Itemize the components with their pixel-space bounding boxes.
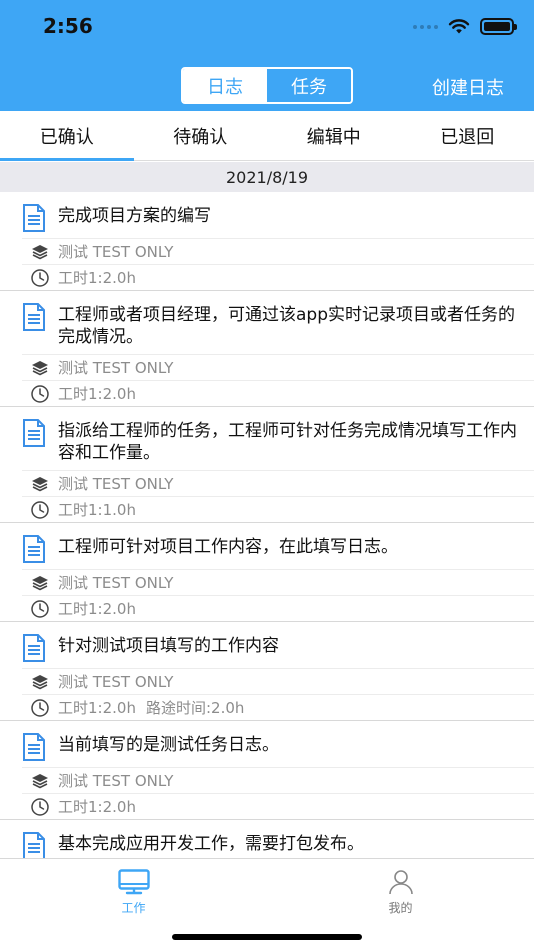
log-entry-title-row: 工程师或者项目经理，可通过该app实时记录项目或者任务的完成情况。 — [0, 291, 534, 348]
log-entry[interactable]: 基本完成应用开发工作，需要打包发布。 — [0, 820, 534, 858]
tab-confirmed[interactable]: 已确认 — [0, 111, 134, 161]
log-list: 完成项目方案的编写 测试 TEST ONLY 工时1:2.0h 工程师或者项目经理，可… — [0, 192, 534, 858]
log-entry-project-row: 测试 TEST ONLY — [22, 354, 534, 380]
log-entry[interactable]: 工程师或者项目经理，可通过该app实时记录项目或者任务的完成情况。测试 TEST… — [0, 291, 534, 407]
log-entry-hours-row: 工时1:2.0h — [22, 595, 534, 621]
log-entry-hours-row: 工时1:1.0h — [22, 496, 534, 522]
log-entry-title: 针对测试项目填写的工作内容 — [58, 636, 279, 656]
log-entry-title: 指派给工程师的任务，工程师可针对任务完成情况填写工作内容和工作量。 — [58, 421, 517, 463]
document-icon — [22, 733, 46, 761]
tab-pending[interactable]: 待确认 — [134, 111, 268, 160]
status-time: 2:56 — [43, 14, 93, 38]
log-entry-title-row: 针对测试项目填写的工作内容 — [0, 622, 534, 662]
layers-icon — [30, 358, 50, 378]
log-entry-title-row: 基本完成应用开发工作，需要打包发布。 — [0, 820, 534, 858]
log-entry-hours-row: 工时1:2.0h — [22, 380, 534, 406]
log-entry-hours-row: 工时1:2.0h 路途时间:2.0h — [22, 694, 534, 720]
header: 2:56 日志 任务 创建日志 — [0, 0, 534, 111]
date-section-header: 2021/8/19 — [0, 162, 534, 192]
log-entry-hours: 工时1:2.0h — [58, 600, 136, 618]
log-entry-travel-time: 路途时间:2.0h — [145, 699, 245, 717]
clock-icon — [30, 797, 50, 817]
wifi-icon — [448, 18, 470, 33]
clock-icon — [30, 599, 50, 619]
log-entry-project-row: 测试 TEST ONLY — [22, 569, 534, 595]
layers-icon — [30, 771, 50, 791]
tab-editing[interactable]: 编辑中 — [267, 111, 401, 160]
log-entry-title-row: 完成项目方案的编写 — [0, 192, 534, 232]
bottom-tab-work-label: 工作 — [121, 901, 146, 915]
log-entry-title: 当前填写的是测试任务日志。 — [58, 735, 279, 755]
log-entry-title-row: 工程师可针对项目工作内容，在此填写日志。 — [0, 523, 534, 563]
log-entry-hours: 工时1:2.0h — [58, 385, 136, 403]
document-icon — [22, 634, 46, 662]
log-entry-hours: 工时1:2.0h — [58, 269, 136, 287]
monitor-icon — [117, 869, 150, 895]
clock-icon — [30, 384, 50, 404]
person-icon — [388, 870, 413, 895]
log-entry-project: 测试 TEST ONLY — [58, 772, 174, 790]
log-entry[interactable]: 当前填写的是测试任务日志。 测试 TEST ONLY 工时1:2.0h — [0, 721, 534, 820]
clock-icon — [30, 268, 50, 288]
log-entry-project-row: 测试 TEST ONLY — [22, 470, 534, 496]
log-entry-title-row: 当前填写的是测试任务日志。 — [0, 721, 534, 761]
battery-icon — [480, 18, 517, 35]
log-entry-title: 工程师或者项目经理，可通过该app实时记录项目或者任务的完成情况。 — [58, 305, 515, 347]
log-entry-project: 测试 TEST ONLY — [58, 243, 174, 261]
segment-log[interactable]: 日志 — [183, 69, 267, 102]
create-log-button[interactable]: 创建日志 — [432, 74, 504, 100]
layers-icon — [30, 242, 50, 262]
document-icon — [22, 535, 46, 563]
home-indicator — [172, 934, 362, 940]
log-entry[interactable]: 完成项目方案的编写 测试 TEST ONLY 工时1:2.0h — [0, 192, 534, 291]
log-entry-title: 完成项目方案的编写 — [58, 206, 211, 226]
log-entry-title-row: 指派给工程师的任务，工程师可针对任务完成情况填写工作内容和工作量。 — [0, 407, 534, 464]
log-entry-project: 测试 TEST ONLY — [58, 673, 174, 691]
log-entry[interactable]: 工程师可针对项目工作内容，在此填写日志。 测试 TEST ONLY 工时1:2.0h — [0, 523, 534, 622]
log-entry-hours: 工时1:2.0h — [58, 699, 136, 717]
bottom-tab-mine-label: 我的 — [388, 901, 413, 915]
layers-icon — [30, 573, 50, 593]
segment-task[interactable]: 任务 — [267, 69, 351, 102]
log-entry-project: 测试 TEST ONLY — [58, 359, 174, 377]
layers-icon — [30, 672, 50, 692]
log-entry[interactable]: 针对测试项目填写的工作内容 测试 TEST ONLY 工时1:2.0h 路途时间:2.… — [0, 622, 534, 721]
log-entry-title: 工程师可针对项目工作内容，在此填写日志。 — [58, 537, 398, 557]
status-tabs: 已确认 待确认 编辑中 已退回 — [0, 111, 534, 161]
log-entry-project: 测试 TEST ONLY — [58, 475, 174, 493]
document-icon — [22, 303, 46, 331]
log-entry-hours-row: 工时1:2.0h — [22, 264, 534, 290]
document-icon — [22, 204, 46, 232]
log-entry-project-row: 测试 TEST ONLY — [22, 238, 534, 264]
log-entry-hours-row: 工时1:2.0h — [22, 793, 534, 819]
signal-icon — [413, 24, 438, 29]
document-icon — [22, 832, 46, 858]
clock-icon — [30, 698, 50, 718]
log-entry[interactable]: 指派给工程师的任务，工程师可针对任务完成情况填写工作内容和工作量。测试 TEST… — [0, 407, 534, 523]
status-icons — [413, 18, 517, 35]
log-entry-project-row: 测试 TEST ONLY — [22, 767, 534, 793]
clock-icon — [30, 500, 50, 520]
layers-icon — [30, 474, 50, 494]
log-entry-hours: 工时1:2.0h — [58, 798, 136, 816]
log-entry-project-row: 测试 TEST ONLY — [22, 668, 534, 694]
tab-returned[interactable]: 已退回 — [401, 111, 534, 160]
log-entry-title: 基本完成应用开发工作，需要打包发布。 — [58, 834, 364, 854]
log-entry-hours: 工时1:1.0h — [58, 501, 136, 519]
document-icon — [22, 419, 46, 447]
segment-control: 日志 任务 — [181, 67, 353, 104]
log-entry-project: 测试 TEST ONLY — [58, 574, 174, 592]
